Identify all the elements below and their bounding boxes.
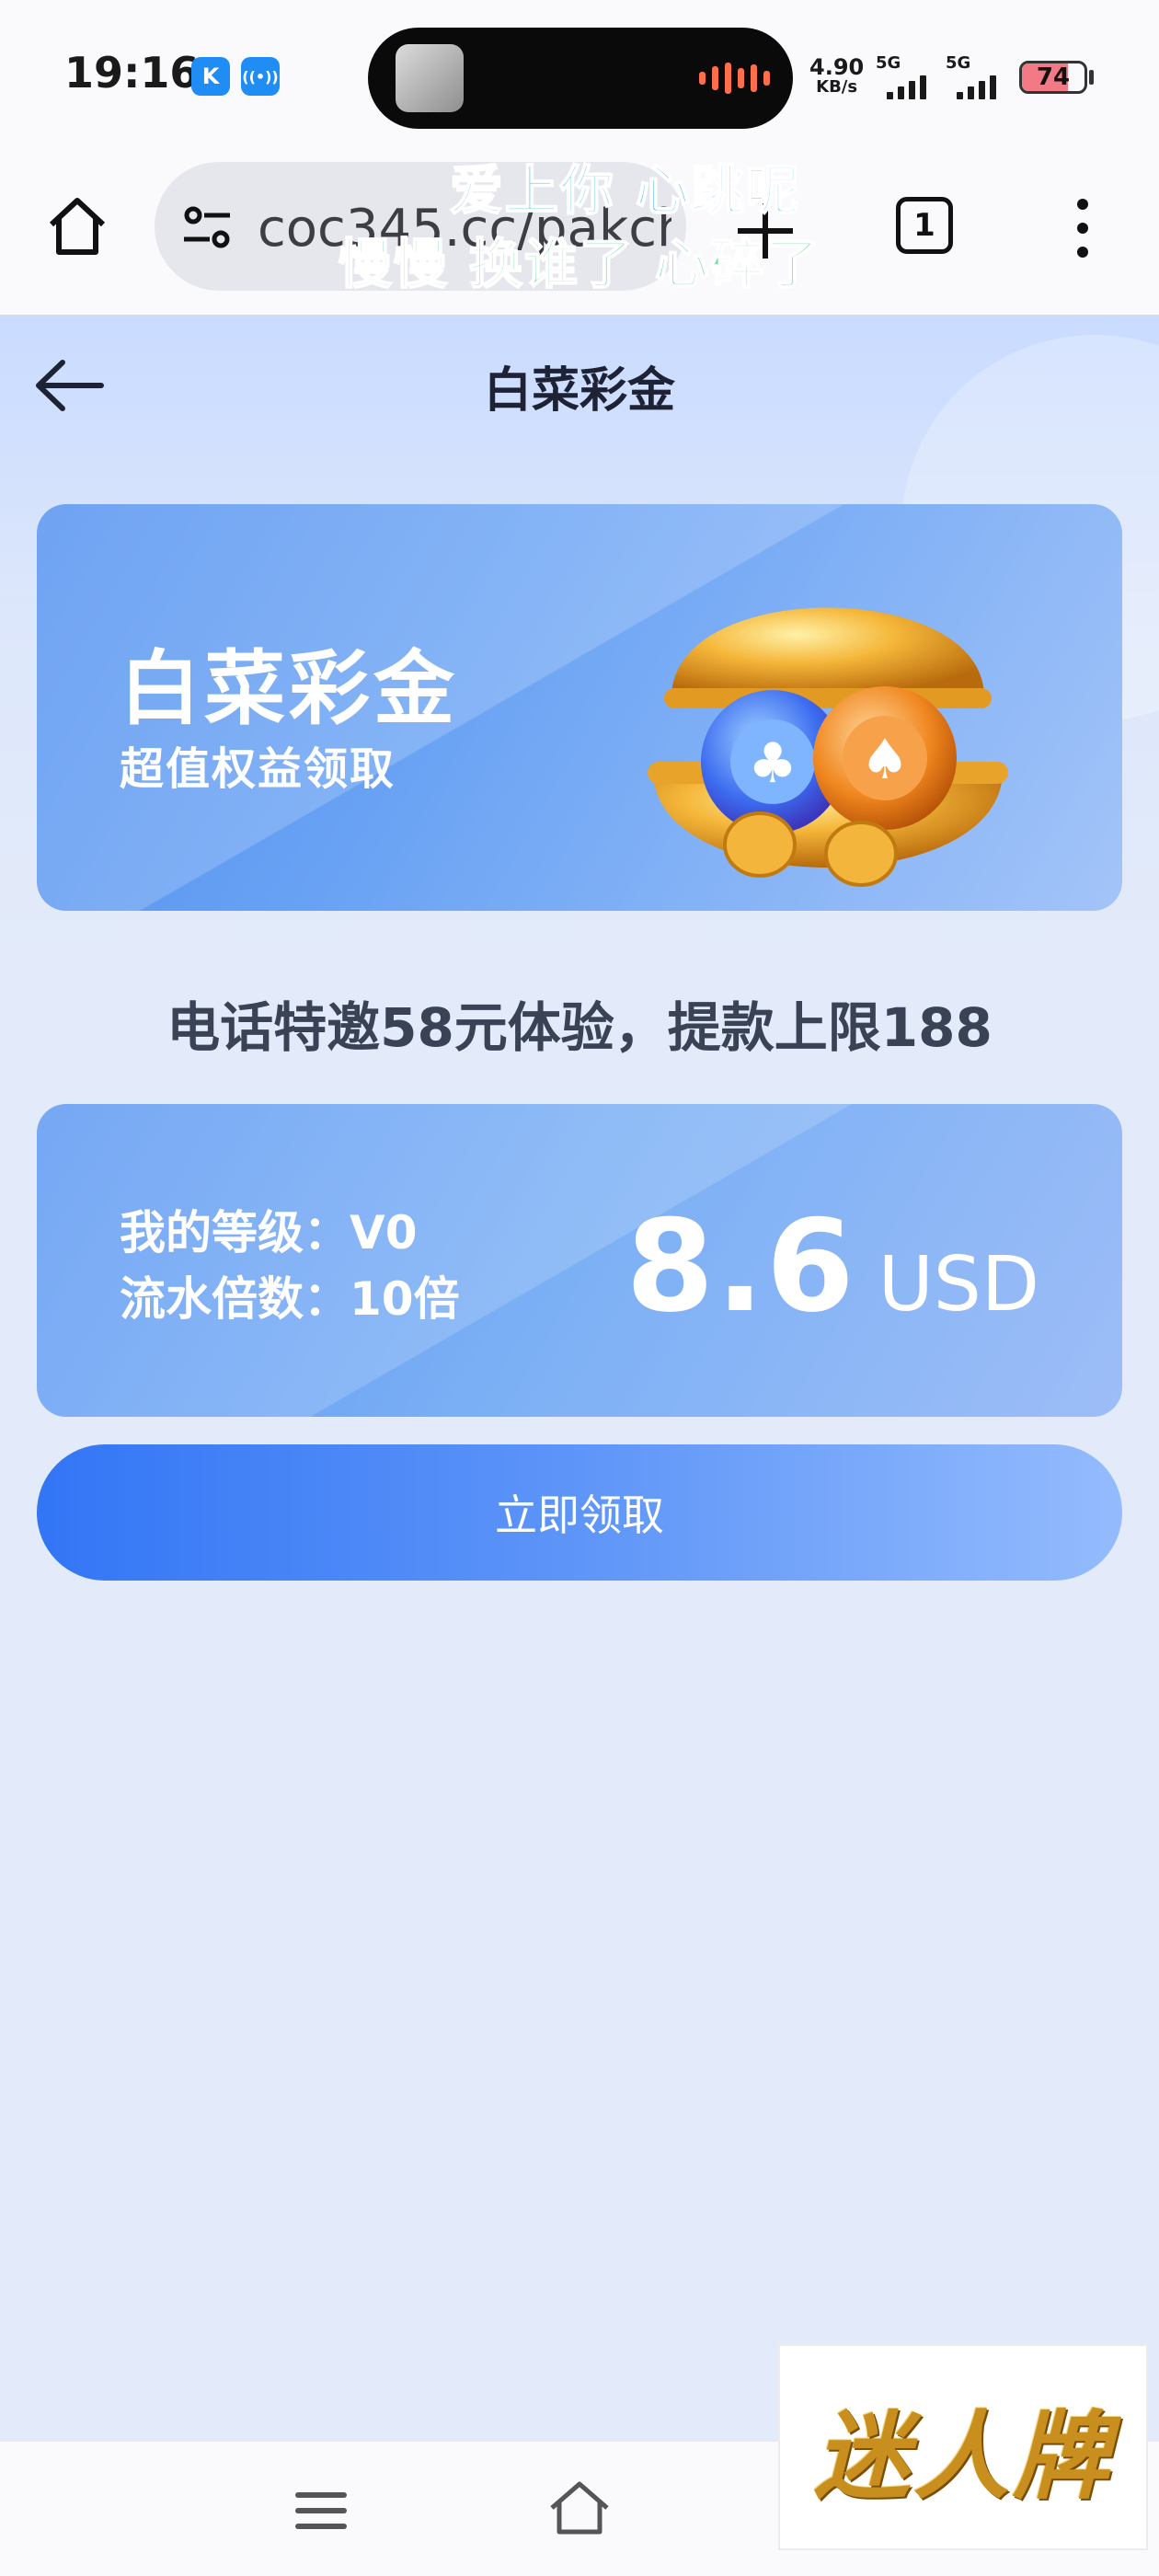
page-content: 白菜彩金 白菜彩金 超值权益领取 ♣ ♠ 电话特邀58元体验，提款上限188 我… (0, 316, 1159, 2442)
battery-tip (1089, 70, 1094, 85)
album-art-thumbnail (396, 44, 464, 112)
watermark-text: 迷人牌 (813, 2398, 1112, 2513)
svg-text:♣: ♣ (748, 731, 798, 796)
home-outline-icon[interactable] (546, 2478, 613, 2537)
menu-icon[interactable] (294, 2488, 348, 2534)
lyric-overlay-line2: 慢慢 换谁了 心碎了 (338, 232, 821, 296)
bonus-amount: 8.6 USD (625, 1192, 1039, 1340)
battery-icon: 74 (1019, 61, 1087, 94)
promo-banner: 白菜彩金 超值权益领取 ♣ ♠ (37, 504, 1122, 911)
turnover-multiplier: 流水倍数：10倍 (120, 1272, 460, 1326)
bonus-amount-card: 我的等级：V0 流水倍数：10倍 8.6 USD (37, 1104, 1122, 1417)
claim-now-button[interactable]: 立即领取 (37, 1444, 1122, 1581)
net-speed-unit: KB/s (816, 77, 858, 97)
invite-offer-text: 电话特邀58元体验，提款上限188 (166, 996, 993, 1059)
status-time: 19:16 (64, 48, 200, 98)
lyric-overlay-line1: 爱上你 心跳呢 (449, 158, 802, 223)
banner-title: 白菜彩金 (120, 641, 459, 736)
app-k-icon: K (191, 57, 230, 96)
sim1-label: 5G (876, 53, 901, 73)
audio-wave-icon (699, 63, 770, 94)
svg-text:♠: ♠ (860, 728, 910, 792)
bonus-currency: USD (878, 1241, 1039, 1328)
network-speed: 4.90 KB/s (809, 54, 865, 98)
hotspot-icon: ((•)) (241, 57, 280, 96)
dynamic-island[interactable] (368, 28, 793, 129)
sim2-label: 5G (946, 53, 971, 73)
page-title: 白菜彩金 (483, 363, 675, 419)
net-speed-value: 4.90 (809, 54, 865, 80)
treasure-chest-icon: ♣ ♠ (648, 607, 1008, 887)
member-level: 我的等级：V0 (120, 1206, 418, 1259)
status-bar: 19:16 K ((•)) 4.90 KB/s 5G 5G 74 (0, 0, 1159, 156)
watermark-logo: 迷人牌 (778, 2344, 1148, 2550)
banner-subtitle: 超值权益领取 (120, 743, 396, 795)
bonus-amount-value: 8.6 (625, 1192, 856, 1340)
battery-percent: 74 (1036, 63, 1071, 91)
